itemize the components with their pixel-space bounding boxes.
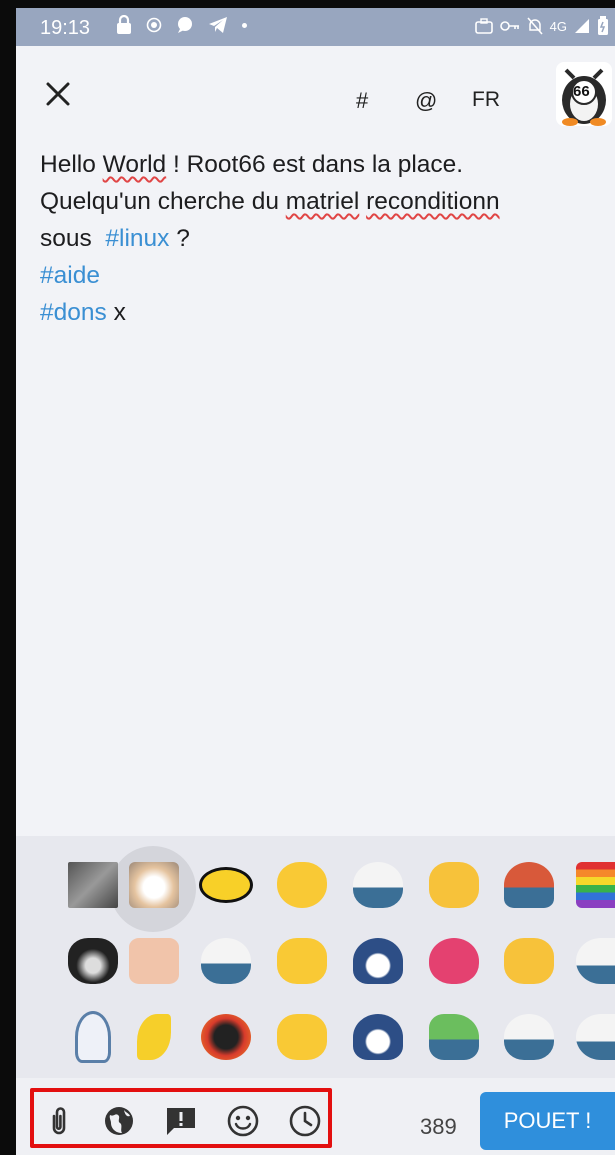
emoji-glyph (429, 938, 479, 984)
emoji-glyph (504, 862, 554, 908)
publish-button[interactable]: POUET ! (480, 1092, 615, 1150)
insert-hashtag-button[interactable]: # (356, 88, 368, 114)
emoji-picker (16, 836, 615, 1078)
emoji-glyph (137, 1014, 171, 1060)
emoji-glyph (201, 1014, 251, 1060)
key-icon (499, 21, 519, 31)
cat-photo-white-icon[interactable] (127, 858, 181, 912)
blobcat-grin-icon[interactable] (275, 1010, 329, 1064)
status-bar: 19:13 4G (16, 8, 615, 46)
emoji-glyph (504, 1014, 554, 1060)
misspelled-word: matriel (285, 188, 360, 215)
toot-text-area[interactable]: Hello World ! Root66 est dans la place. Q… (40, 146, 600, 331)
batman-logo-icon[interactable] (199, 858, 253, 912)
emoji-glyph (429, 1014, 479, 1060)
emoji-glyph (277, 938, 327, 984)
record-icon (146, 17, 162, 33)
emoji-glyph (277, 862, 327, 908)
emoji-glyph (201, 938, 251, 984)
alert-message-icon[interactable] (164, 1104, 198, 1138)
status-time: 19:13 (40, 17, 91, 39)
text-line: #aide (40, 257, 600, 294)
text-segment: x (106, 299, 126, 326)
emoji-glyph (576, 862, 615, 908)
misspelled-word: World (102, 151, 167, 178)
emoji-glyph (576, 1014, 615, 1060)
emoji-glyph (129, 862, 179, 908)
hashtag-link[interactable]: #aide (40, 262, 100, 289)
emoji-glyph (576, 938, 615, 984)
emoji-glyph (199, 867, 253, 903)
text-line: Quelqu'un cherche du matriel recondition… (40, 183, 600, 220)
emoji-glyph (504, 938, 554, 984)
hashtag-link[interactable]: #dons (40, 299, 107, 326)
ghost-outline-icon[interactable] (66, 1010, 120, 1064)
rainbow-flag-shark-icon[interactable] (574, 858, 615, 912)
close-icon[interactable] (42, 78, 74, 110)
emoji-glyph (75, 1011, 111, 1063)
blob-fire-icon[interactable] (199, 1010, 253, 1064)
emoji-glyph (353, 938, 403, 984)
text-segment: ? (169, 225, 190, 252)
emoji-glyph (68, 938, 118, 984)
blobshark-hood-icon[interactable] (351, 934, 405, 988)
misspelled-word: reconditionn (366, 188, 500, 215)
blobcat-tears-icon[interactable] (502, 934, 556, 988)
briefcase-icon (474, 18, 493, 34)
lock-icon (117, 15, 131, 34)
cat-photo-grey-icon[interactable] (66, 858, 120, 912)
compose-header: # @ FR 66 (16, 46, 615, 136)
blobshark-happy-icon[interactable] (502, 1010, 556, 1064)
text-line: sous #linux ? (40, 220, 600, 257)
emoji-glyph (353, 862, 403, 908)
blobshark-peek-icon[interactable] (574, 934, 615, 988)
character-counter: 389 (420, 1114, 457, 1139)
blobshark-love-icon[interactable] (199, 934, 253, 988)
chat-bubble-icon (178, 17, 192, 33)
language-button[interactable]: FR (472, 88, 500, 112)
emoji-glyph (277, 1014, 327, 1060)
text-line: #dons x (40, 294, 600, 331)
text-segment: Quelqu'un cherche du (40, 188, 286, 215)
text-segment: Hello (40, 151, 103, 178)
heart-shark-icon[interactable] (427, 934, 481, 988)
blobcat-crying-icon[interactable] (427, 858, 481, 912)
paperclip-icon[interactable] (42, 1104, 76, 1138)
blobcat-smug-icon[interactable] (275, 934, 329, 988)
cursed-cat-face-icon[interactable] (127, 934, 181, 988)
banana-arm-icon[interactable] (127, 1010, 181, 1064)
blobshark-hood-2-icon[interactable] (351, 1010, 405, 1064)
phone-screen: 19:13 4G # @ FR 66 Hello World ! Root66 … (16, 8, 615, 1155)
notification-dot-icon (242, 22, 247, 28)
emoji-glyph (353, 1014, 403, 1060)
globe-icon[interactable] (102, 1104, 136, 1138)
mute-icon (527, 17, 543, 35)
text-segment: sous (40, 225, 106, 252)
telegram-icon (209, 17, 227, 33)
smiley-icon[interactable] (226, 1104, 260, 1138)
insert-mention-button[interactable]: @ (415, 88, 437, 114)
emoji-glyph (129, 938, 179, 984)
hashtag-link[interactable]: #linux (105, 225, 169, 252)
network-label: 4G (549, 18, 567, 34)
blobshark-green-icon[interactable] (427, 1010, 481, 1064)
blobshark-ghost-icon[interactable] (502, 858, 556, 912)
clock-icon[interactable] (288, 1104, 322, 1138)
emoji-glyph (429, 862, 479, 908)
emoji-glyph (68, 862, 118, 908)
text-line: Hello World ! Root66 est dans la place. (40, 146, 600, 183)
avatar-badge-text: 66 (573, 83, 590, 100)
text-segment: ! Root66 est dans la place. (166, 151, 464, 178)
battery-icon (598, 16, 608, 35)
cat-photo-black-icon[interactable] (66, 934, 120, 988)
signal-icon (575, 19, 589, 33)
avatar[interactable]: 66 (556, 62, 612, 126)
blobshark-icon[interactable] (351, 858, 405, 912)
compose-toolbar: 389 POUET ! (16, 1078, 615, 1155)
blobshark-peek-2-icon[interactable] (574, 1010, 615, 1064)
blobcat-surprised-icon[interactable] (275, 858, 329, 912)
